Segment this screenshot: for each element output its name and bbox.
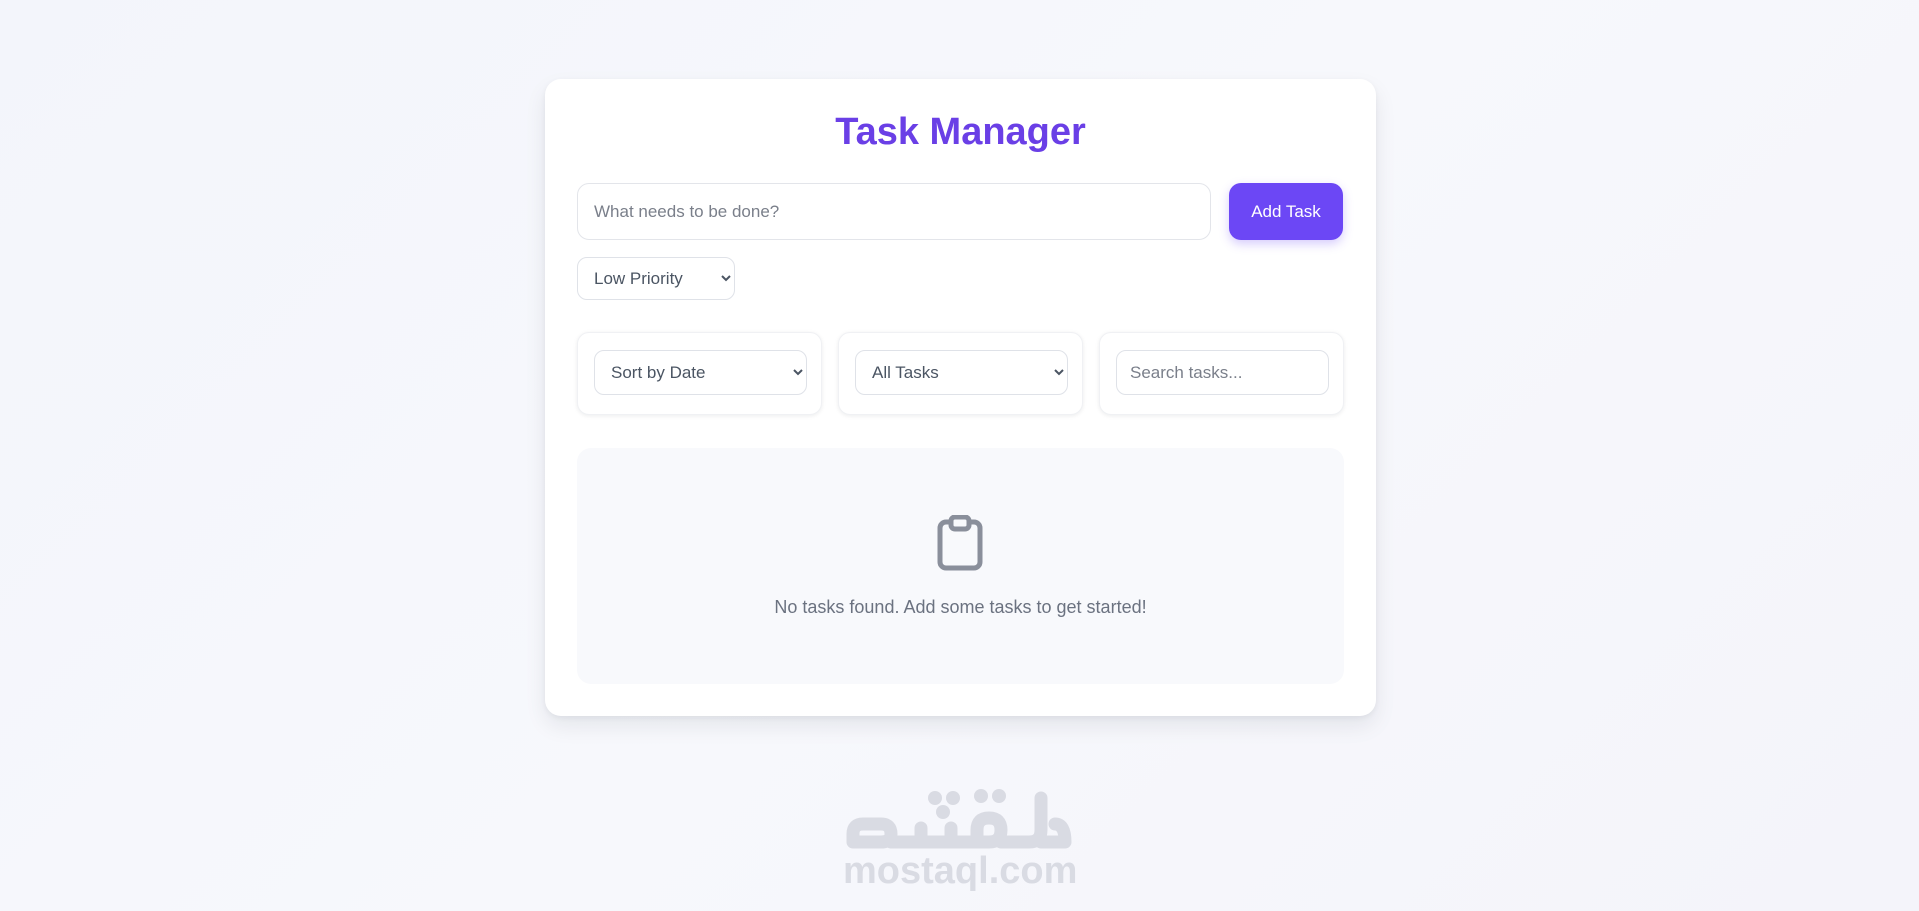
sort-select[interactable]: Sort by Date: [594, 350, 807, 395]
status-filter-box: All Tasks: [838, 332, 1083, 415]
mostaql-logo: [846, 789, 1072, 849]
new-task-input[interactable]: [577, 183, 1211, 240]
watermark-site: mostaql.com: [843, 850, 1078, 892]
task-manager-card: Task Manager Add Task Low Priority Sort …: [545, 79, 1376, 716]
empty-state-panel: No tasks found. Add some tasks to get st…: [577, 448, 1344, 684]
sort-filter-box: Sort by Date: [577, 332, 822, 415]
page-title: Task Manager: [835, 111, 1086, 153]
search-filter-box: [1099, 332, 1344, 415]
clipboard-icon: [937, 515, 983, 571]
add-task-button[interactable]: Add Task: [1229, 183, 1343, 240]
search-input[interactable]: [1116, 350, 1329, 395]
status-select[interactable]: All Tasks: [855, 350, 1068, 395]
empty-state-message: No tasks found. Add some tasks to get st…: [774, 597, 1147, 617]
priority-select[interactable]: Low Priority: [577, 257, 735, 300]
mostaql-watermark: mostaql.com: [843, 784, 1078, 894]
